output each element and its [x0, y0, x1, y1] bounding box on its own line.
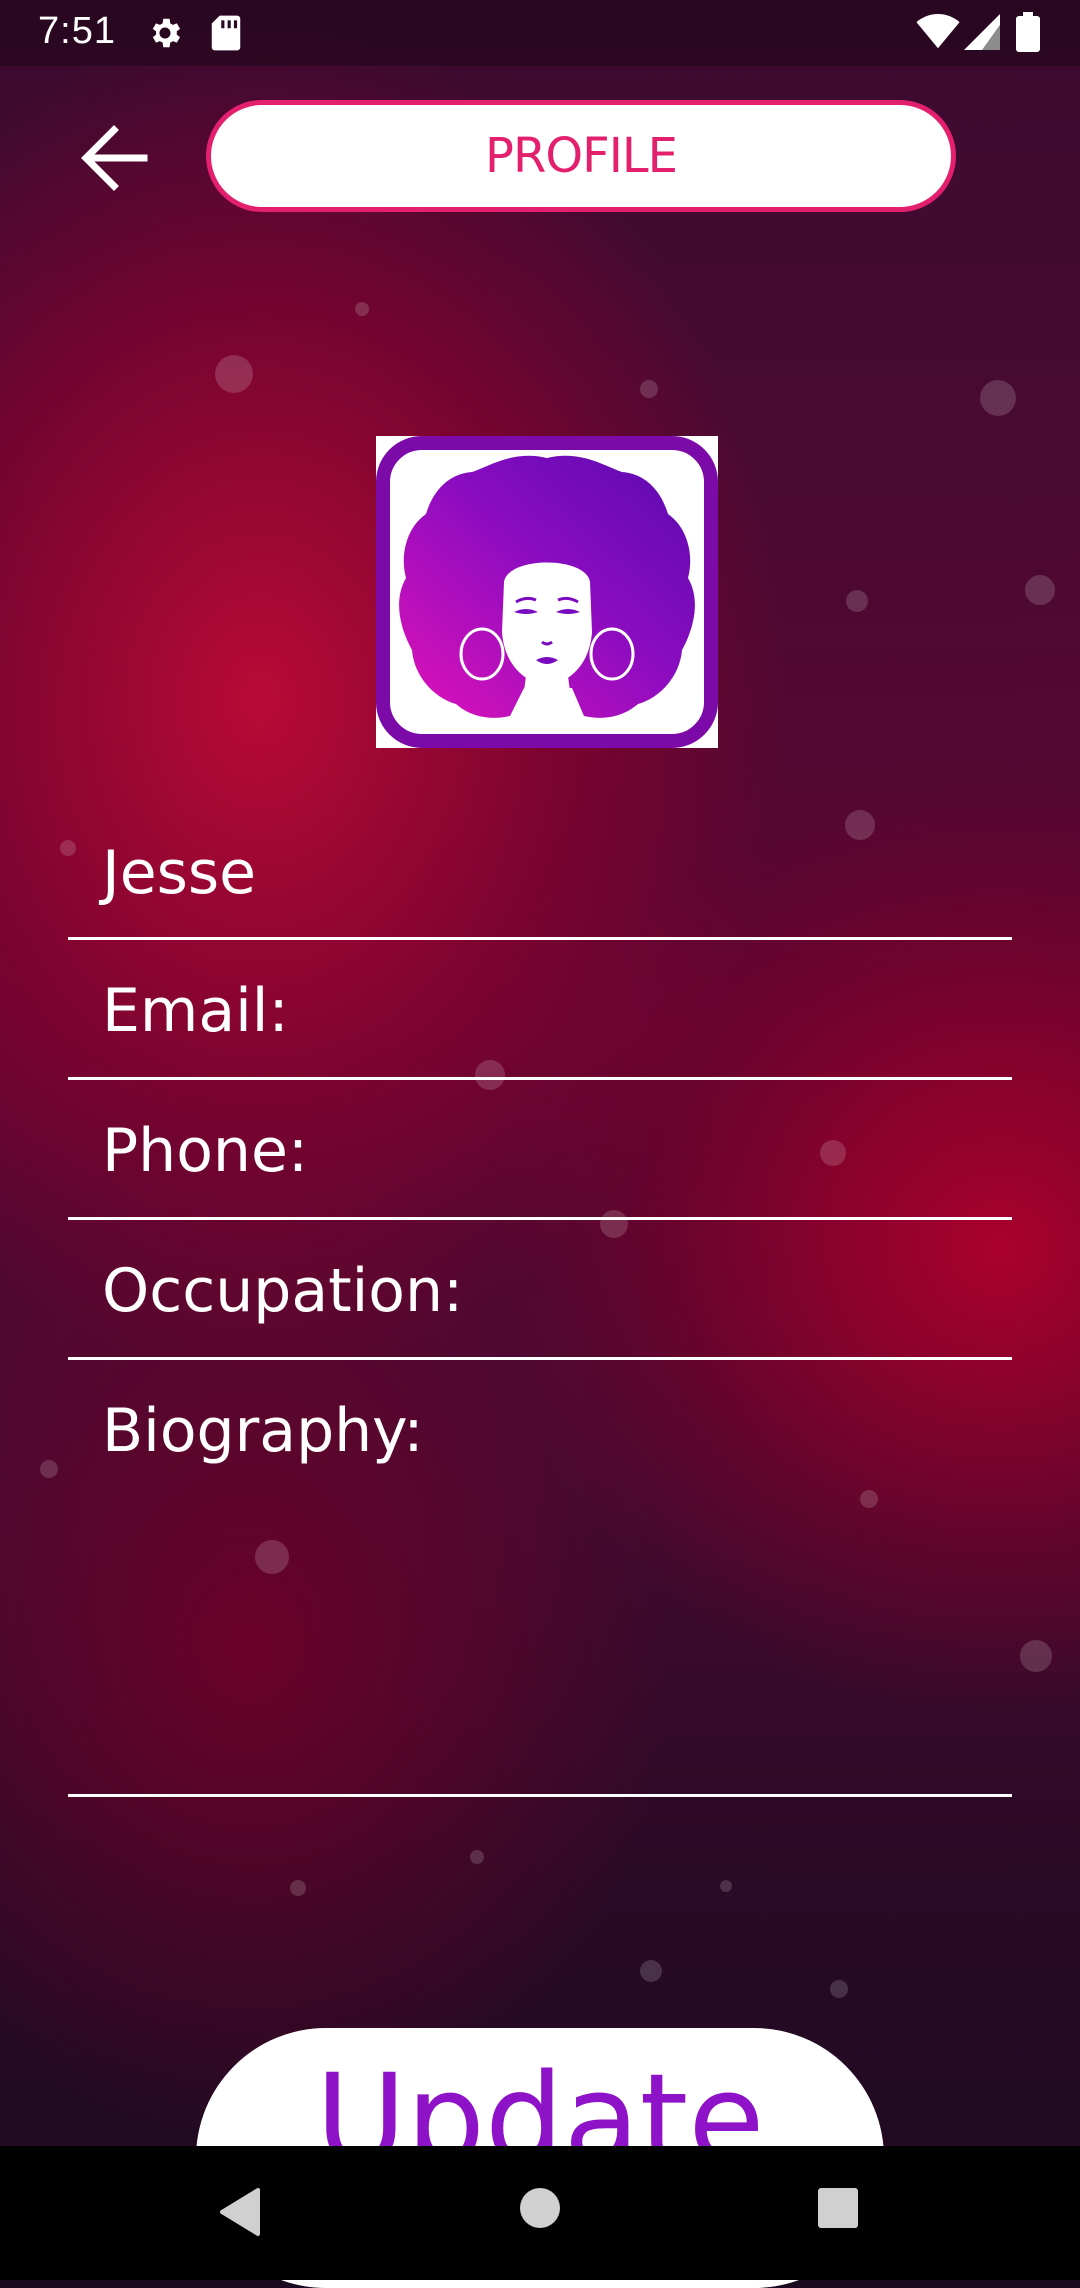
page-title: PROFILE [485, 128, 678, 184]
status-time: 7:51 [38, 10, 116, 52]
status-bar: 7:51 [0, 0, 1080, 66]
gear-icon [152, 18, 181, 48]
nav-recents-icon[interactable] [816, 2186, 860, 2230]
sd-card-icon [211, 15, 241, 51]
email-field[interactable]: Email: [68, 940, 1012, 1080]
wifi-icon [916, 14, 960, 49]
biography-field[interactable]: Biography: [68, 1360, 1012, 1797]
name-field-value: Jesse [102, 838, 257, 908]
profile-avatar[interactable] [376, 436, 718, 748]
occupation-field-placeholder: Occupation: [102, 1256, 464, 1326]
name-field[interactable]: Jesse [68, 820, 1012, 940]
nav-back-icon[interactable] [214, 2186, 264, 2238]
occupation-field[interactable]: Occupation: [68, 1220, 1012, 1360]
avatar-frame [376, 436, 718, 748]
back-button[interactable] [74, 118, 154, 198]
page-title-pill: PROFILE [206, 100, 956, 212]
nav-home-icon[interactable] [518, 2186, 562, 2230]
phone-field[interactable]: Phone: [68, 1080, 1012, 1220]
signal-icon [964, 14, 1000, 50]
arrow-left-icon [81, 125, 148, 191]
phone-field-placeholder: Phone: [102, 1116, 309, 1186]
navigation-bar [0, 2146, 1080, 2280]
biography-field-placeholder: Biography: [102, 1396, 424, 1466]
email-field-placeholder: Email: [102, 976, 289, 1046]
battery-icon [1016, 12, 1040, 52]
